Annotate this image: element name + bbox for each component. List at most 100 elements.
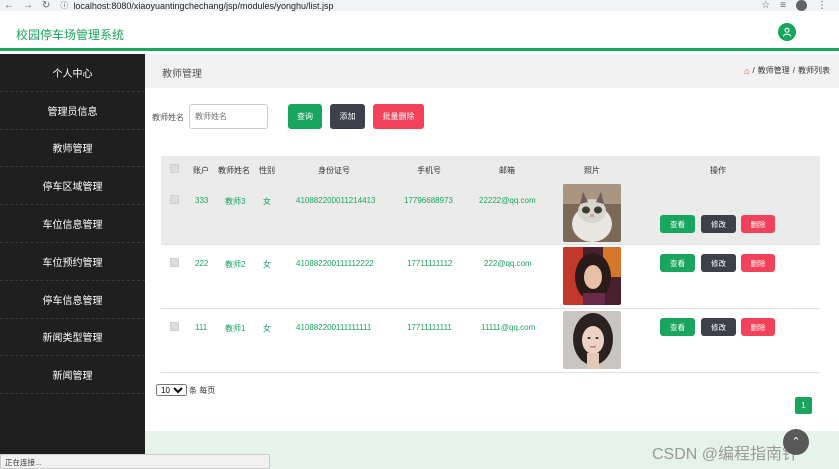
per-page-label: 条 每页 — [189, 385, 216, 395]
cell-idcard: 410882200011214413 — [296, 196, 376, 205]
cell-gender: 女 — [263, 260, 271, 269]
view-button[interactable]: 查看 — [660, 215, 695, 233]
page-size-control: 10 条 每页 — [156, 384, 215, 396]
table-row: 111 教师1 女 410882200111111111 17711111111… — [161, 309, 820, 373]
sidebar-item-label: 管理员信息 — [47, 106, 98, 118]
table-row: 333 教师3 女 410882200011214413 17796688973… — [161, 182, 820, 245]
sidebar-item-label: 停车区域管理 — [42, 182, 103, 194]
profile-avatar-icon[interactable] — [796, 0, 807, 11]
sidebar: 个人中心 管理员信息 教师管理 停车区域管理 车位信息管理 车位预约管理 停车信… — [0, 54, 145, 454]
cell-email: 222@qq.com — [484, 259, 532, 268]
back-icon[interactable]: ← — [4, 0, 14, 11]
cell-phone: 17711111111 — [407, 323, 452, 332]
cell-name: 教师1 — [225, 324, 246, 333]
browser-actions: ☆ ≡ ⋮ — [761, 0, 839, 11]
page-size-select[interactable]: 10 — [156, 384, 187, 396]
batch-delete-button[interactable]: 批量删除 — [373, 104, 424, 129]
col-account: 账户 — [193, 166, 209, 175]
sidebar-item-news-type[interactable]: 新闻类型管理 — [0, 319, 145, 357]
main-content: 教师管理 ⌂ / 教师管理 / 教师列表 教师姓名 查询 添加 批量删除 账户 … — [145, 54, 839, 454]
cell-gender: 女 — [263, 324, 271, 333]
add-button[interactable]: 添加 — [330, 104, 365, 129]
sidebar-item-label: 新闻管理 — [52, 371, 93, 383]
cell-name: 教师3 — [225, 197, 246, 206]
table-row: 222 教师2 女 410882200111112222 17711111112… — [161, 245, 820, 309]
breadcrumb-item[interactable]: 教师管理 — [758, 65, 790, 76]
breadcrumb-item-current: 教师列表 — [798, 66, 830, 75]
col-photo: 照片 — [584, 166, 600, 175]
col-actions: 操作 — [710, 166, 726, 175]
sidebar-item-personal-center[interactable]: 个人中心 — [0, 54, 145, 92]
cell-account: 333 — [195, 196, 209, 205]
view-button[interactable]: 查看 — [660, 318, 695, 336]
sidebar-item-parking-info[interactable]: 停车信息管理 — [0, 281, 145, 319]
select-all-checkbox[interactable] — [170, 164, 179, 173]
app-header: 校园停车场管理系统 — [0, 11, 839, 51]
watermark: CSDN @编程指南针 — [652, 446, 799, 463]
sidebar-item-space-reservation[interactable]: 车位预约管理 — [0, 243, 145, 281]
sidebar-item-label: 车位预约管理 — [42, 257, 103, 269]
teacher-photo — [563, 247, 621, 305]
teacher-table: 账户 教师姓名 性别 身份证号 手机号 邮箱 照片 操作 333 教师3 女 4… — [161, 156, 820, 373]
page-titlebar: 教师管理 ⌂ / 教师管理 / 教师列表 — [145, 54, 839, 88]
sidebar-item-space-info[interactable]: 车位信息管理 — [0, 205, 145, 243]
col-idcard: 身份证号 — [318, 166, 350, 175]
teacher-photo — [563, 184, 621, 242]
breadcrumb-separator: / — [792, 66, 795, 75]
bookmark-star-icon[interactable]: ☆ — [761, 0, 770, 11]
back-to-top-icon[interactable]: ⌃ — [783, 429, 809, 455]
cell-email: 22222@qq.com — [479, 196, 536, 205]
table-header: 账户 教师姓名 性别 身份证号 手机号 邮箱 照片 操作 — [161, 156, 820, 182]
row-checkbox[interactable] — [170, 322, 179, 331]
query-button[interactable]: 查询 — [288, 104, 322, 129]
browser-nav: ← → ↻ — [0, 0, 50, 11]
edit-button[interactable]: 修改 — [701, 318, 736, 336]
col-phone: 手机号 — [417, 166, 441, 175]
sidebar-item-label: 车位信息管理 — [42, 220, 103, 232]
home-icon[interactable]: ⌂ — [744, 66, 749, 76]
breadcrumb-separator: / — [752, 66, 755, 75]
queue-icon[interactable]: ≡ — [780, 0, 786, 11]
sidebar-item-news[interactable]: 新闻管理 — [0, 356, 145, 395]
delete-button[interactable]: 删除 — [741, 254, 775, 272]
col-name: 教师姓名 — [218, 166, 250, 175]
page-title: 教师管理 — [162, 69, 202, 80]
row-checkbox[interactable] — [170, 195, 179, 204]
browser-toolbar: ← → ↻ ⓘ localhost:8080/xiaoyuantingchech… — [0, 0, 839, 11]
sidebar-item-label: 教师管理 — [52, 144, 93, 156]
cell-email: 11111@qq.com — [481, 323, 536, 332]
cell-name: 教师2 — [225, 260, 246, 269]
forward-icon[interactable]: → — [23, 0, 33, 11]
browser-status-bar: 正在连接... — [0, 454, 270, 469]
pagination-page-button[interactable]: 1 — [795, 397, 812, 414]
sidebar-item-parking-area[interactable]: 停车区域管理 — [0, 167, 145, 206]
cell-gender: 女 — [263, 197, 271, 206]
menu-kebab-icon[interactable]: ⋮ — [817, 0, 827, 11]
col-email: 邮箱 — [499, 166, 515, 175]
info-icon[interactable]: ⓘ — [60, 1, 68, 11]
teacher-name-search-input[interactable] — [189, 104, 268, 129]
edit-button[interactable]: 修改 — [701, 254, 736, 272]
cell-idcard: 410882200111111111 — [296, 323, 372, 332]
reload-icon[interactable]: ↻ — [42, 0, 50, 11]
cell-account: 222 — [195, 259, 209, 268]
sidebar-item-admin-info[interactable]: 管理员信息 — [0, 92, 145, 130]
sidebar-item-teacher-management[interactable]: 教师管理 — [0, 130, 145, 168]
sidebar-item-label: 停车信息管理 — [42, 295, 103, 307]
cell-phone: 17796688973 — [404, 196, 453, 205]
cell-idcard: 410882200111112222 — [296, 259, 374, 268]
delete-button[interactable]: 删除 — [741, 318, 775, 336]
view-button[interactable]: 查看 — [660, 254, 695, 272]
cell-account: 111 — [195, 323, 208, 332]
delete-button[interactable]: 删除 — [741, 215, 775, 233]
user-avatar-icon[interactable] — [778, 23, 796, 41]
cell-phone: 17711111112 — [407, 259, 453, 268]
address-bar[interactable]: ⓘ localhost:8080/xiaoyuantingchechang/js… — [60, 1, 333, 11]
row-checkbox[interactable] — [170, 258, 179, 267]
sidebar-item-label: 新闻类型管理 — [42, 333, 103, 345]
sidebar-item-label: 个人中心 — [52, 68, 93, 80]
search-label: 教师姓名 — [152, 113, 184, 122]
edit-button[interactable]: 修改 — [701, 215, 736, 233]
teacher-photo — [563, 311, 621, 369]
app-title: 校园停车场管理系统 — [16, 28, 125, 42]
